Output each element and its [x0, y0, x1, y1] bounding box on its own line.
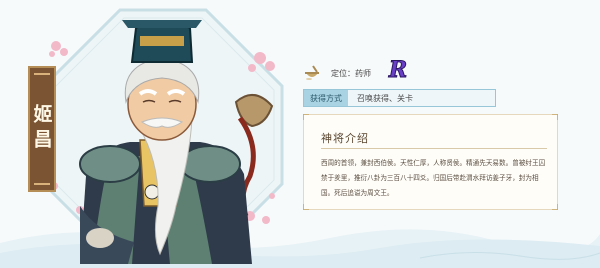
mortar-pestle-icon	[305, 65, 319, 80]
corner-ornament-icon	[303, 114, 309, 120]
role-row: 定位：药师	[303, 61, 371, 85]
intro-card: 神将介绍 西周的首领，兼封西伯侯。天性仁厚，人称贤侯。精通先天易数。曾被纣王囚禁…	[303, 114, 558, 210]
obtain-method-value: 召唤获得、关卡	[357, 93, 413, 103]
rank-badge-icon: R	[387, 57, 407, 83]
intro-title: 神将介绍	[321, 132, 369, 145]
rank-letter: R	[388, 57, 407, 82]
obtain-method-tag: 获得方式	[304, 90, 348, 106]
intro-divider	[321, 148, 547, 149]
role-label: 定位：药师	[331, 68, 371, 78]
corner-ornament-icon	[552, 114, 558, 120]
hero-detail-panel: 姬昌 定位：药师 R 获得方式 召唤获得、关卡 神将介绍 西周的首领，兼封西伯侯…	[0, 0, 600, 268]
corner-ornament-icon	[303, 204, 309, 210]
character-name: 姬昌	[30, 104, 53, 154]
character-portrait	[42, 8, 284, 264]
corner-ornament-icon	[552, 204, 558, 210]
obtain-method-bar: 获得方式 召唤获得、关卡	[303, 89, 496, 107]
intro-body: 西周的首领，兼封西伯侯。天性仁厚，人称贤侯。精通先天易数。曾被纣王囚禁于羑里，推…	[321, 159, 546, 197]
character-name-banner: 姬昌	[28, 66, 56, 192]
